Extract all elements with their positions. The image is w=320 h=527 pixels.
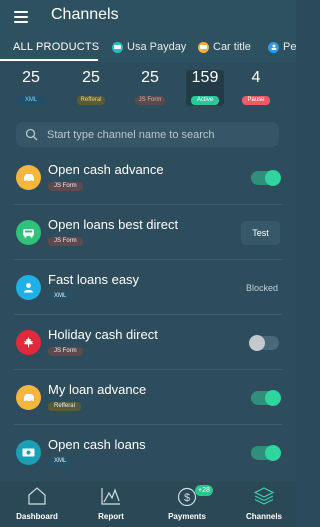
channel-toggle[interactable] <box>251 445 281 461</box>
channel-type-badge: Refferal <box>48 402 81 411</box>
money-icon <box>16 440 41 465</box>
app: Channels ALL PRODUCTS Usa Payday Car tit… <box>0 0 296 527</box>
tab-all-products[interactable]: ALL PRODUCTS <box>13 41 99 53</box>
payments-count-badge: +28 <box>195 485 213 496</box>
car-icon <box>198 41 209 53</box>
nav-dashboard[interactable]: Dashboard <box>0 482 74 527</box>
channel-name: My loan advance <box>48 382 147 397</box>
active-tab-indicator <box>0 59 98 61</box>
stat-value: 159 <box>191 69 219 86</box>
channel-toggle[interactable] <box>251 390 281 406</box>
stat-label-badge: Pause <box>242 96 270 105</box>
search-icon <box>25 128 38 141</box>
channel-type-badge: XML <box>48 457 73 466</box>
channel-toggle[interactable] <box>249 335 279 351</box>
search-box <box>16 122 279 147</box>
nav-report[interactable]: Report <box>74 482 148 527</box>
test-button[interactable]: Test <box>241 221 280 245</box>
stat-value: 25 <box>141 69 159 86</box>
channel-name: Holiday cash direct <box>48 327 158 342</box>
tab-label: Usa Payday <box>127 41 187 53</box>
stat-label-badge: Active <box>191 96 219 105</box>
nav-channels[interactable]: Channels <box>227 482 301 527</box>
stats-bar: 25 XML 25 Refferal 25 JS Form 159 Active… <box>0 62 296 112</box>
channel-type-badge: JS Form <box>48 182 83 191</box>
channel-name: Open loans best direct <box>48 217 179 232</box>
tab-usa-payday[interactable]: Usa Payday <box>112 41 186 53</box>
svg-text:$: $ <box>184 492 190 504</box>
stat-label-badge: Refferal <box>76 96 106 105</box>
layers-icon <box>253 487 275 505</box>
channel-type-badge: XML <box>48 292 73 301</box>
channel-type-badge: JS Form <box>48 347 83 356</box>
maple-leaf-icon <box>16 330 41 355</box>
person-icon <box>16 275 41 300</box>
channel-toggle[interactable] <box>251 170 281 186</box>
channel-name: Open cash loans <box>48 437 146 452</box>
channel-row[interactable]: Holiday cash direct JS Form <box>0 315 296 370</box>
bus-icon <box>16 220 41 245</box>
chart-line-icon <box>101 488 120 505</box>
stat-active[interactable]: 159 Active <box>183 68 227 106</box>
channel-row[interactable]: Open cash loans XML <box>0 425 296 480</box>
blocked-status: Blocked <box>246 283 279 293</box>
stat-value: 25 <box>82 69 100 86</box>
tab-label: Car title <box>213 41 251 53</box>
nav-label: Payments <box>168 512 206 521</box>
channel-name: Open cash advance <box>48 162 164 177</box>
stat-label-badge: XML <box>17 96 45 105</box>
nav-payments[interactable]: $ +28 Payments <box>150 482 224 527</box>
page-title: Channels <box>51 6 119 23</box>
car-icon <box>16 385 41 410</box>
stat-xml[interactable]: 25 XML <box>9 68 53 106</box>
channel-row[interactable]: My loan advance Refferal <box>0 370 296 425</box>
stat-value: 4 <box>251 69 261 86</box>
bottom-nav: Dashboard Report $ +28 Payments Channels <box>0 482 296 527</box>
person-icon <box>268 41 279 53</box>
stat-refferal[interactable]: 25 Refferal <box>69 68 113 106</box>
tab-label: ALL PRODUCTS <box>13 41 100 53</box>
search-input[interactable] <box>47 126 272 143</box>
nav-label: Report <box>98 512 124 521</box>
product-tabs: ALL PRODUCTS Usa Payday Car title Pe <box>0 34 296 62</box>
tab-label: Pe <box>283 41 296 53</box>
channel-type-badge: JS Form <box>48 237 83 246</box>
car-icon <box>112 41 123 53</box>
stat-js-form[interactable]: 25 JS Form <box>128 68 172 106</box>
app-header: Channels <box>0 0 296 34</box>
stat-label-badge: JS Form <box>134 96 166 105</box>
tab-car-title[interactable]: Car title <box>198 41 251 53</box>
nav-label: Channels <box>245 512 282 521</box>
nav-label: Dashboard <box>16 512 58 521</box>
menu-icon[interactable] <box>14 11 28 23</box>
home-icon <box>28 487 46 505</box>
tab-pe[interactable]: Pe <box>268 41 296 53</box>
stat-pause[interactable]: 4 Pause <box>234 68 278 106</box>
stat-value: 25 <box>22 69 40 86</box>
channel-row[interactable]: Open cash advance JS Form <box>0 150 296 205</box>
car-icon <box>16 165 41 190</box>
channel-name: Fast loans easy <box>48 272 140 287</box>
